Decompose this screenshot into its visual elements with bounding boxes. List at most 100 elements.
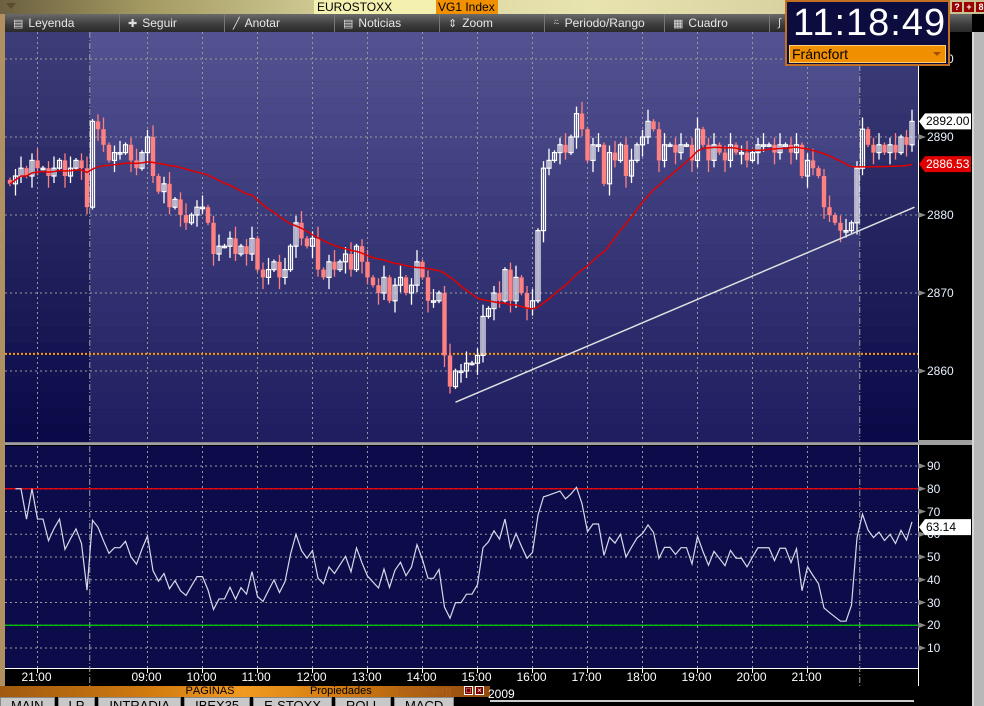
candle-body-down [101, 129, 106, 145]
candle [601, 142, 607, 187]
background-band [5, 310, 90, 328]
background-band [5, 392, 90, 410]
y-tick-arrow [918, 290, 926, 296]
background-band [89, 343, 860, 361]
year-label: 2009 [488, 687, 515, 701]
background-band [859, 409, 918, 426]
candle-body-down [106, 144, 112, 161]
y-tick-arrow [918, 212, 926, 218]
candle-body-down [387, 277, 392, 301]
candle-body-down [816, 168, 821, 176]
x-tick-label: 14:00 [406, 670, 437, 684]
maximize-icon[interactable]: □ [464, 686, 473, 695]
pages-title: PÁGINAS [185, 685, 235, 697]
page-tab-main[interactable]: MAIN [0, 697, 55, 706]
background-band [859, 376, 918, 393]
background-band [5, 294, 90, 311]
candle-body-down [255, 238, 260, 270]
page-tab-e-stoxx[interactable]: E-STOXX [253, 697, 333, 706]
page-tab-intradia[interactable]: INTRADIA [98, 697, 182, 706]
background-band [859, 228, 918, 246]
chart-canvas[interactable] [0, 0, 984, 706]
candle-body-down [299, 222, 304, 239]
background-band [89, 310, 860, 328]
candle-body-down [722, 152, 728, 161]
candle-body-down [832, 215, 838, 223]
candle-body-down [167, 183, 172, 208]
x-tick-label: 19:00 [681, 670, 712, 684]
background-band [859, 294, 918, 311]
page-tab-ibex35[interactable]: IBEX35 [184, 697, 251, 706]
rsi-tick-label: 30 [927, 595, 941, 610]
background-band [859, 97, 918, 115]
candle-body-down [623, 144, 629, 176]
x-tick-label: 15:00 [461, 670, 492, 684]
candle [585, 126, 590, 163]
candle-body-down [277, 261, 282, 278]
background-band [859, 278, 918, 295]
candle [73, 158, 79, 171]
candle-body-down [95, 121, 101, 130]
candle-body-down [717, 144, 722, 153]
city-label: Fráncfort [792, 46, 849, 62]
background-band [5, 245, 90, 262]
background-band [859, 245, 918, 262]
x-tick-label: 12:00 [296, 670, 327, 684]
candle-body-down [871, 144, 876, 153]
chevron-down-icon [933, 52, 941, 56]
background-band [5, 343, 90, 361]
rsi-tick-label: 10 [927, 641, 941, 655]
candle [865, 126, 871, 148]
status-strip [490, 700, 914, 706]
background-band [5, 327, 90, 344]
x-tick-label: 21:00 [21, 670, 52, 684]
properties-tab[interactable]: Propiedades [310, 686, 372, 697]
x-tick-label: 11:00 [241, 670, 271, 684]
candle-body-down [904, 137, 909, 145]
candle-body-down [508, 269, 513, 301]
rsi-tick-label: 80 [927, 481, 941, 496]
candle [568, 134, 574, 155]
background-band [89, 278, 860, 295]
candle-body-down [442, 293, 447, 356]
page-tab-roll[interactable]: ROLL [335, 697, 391, 706]
candle-body-down [447, 355, 453, 387]
candle-body-down [810, 160, 816, 169]
rsi-tick-arrow [918, 485, 926, 492]
background-band [89, 81, 860, 98]
candle-body-down [744, 152, 750, 161]
candle-body-down [425, 277, 431, 301]
candle [700, 126, 706, 148]
candle-body-down [656, 129, 662, 161]
candle-body-down [838, 222, 843, 231]
background-band [859, 343, 918, 361]
page-tab-lp[interactable]: LP [57, 697, 96, 706]
rsi-tick-label: 40 [927, 572, 941, 587]
background-band [5, 81, 90, 98]
background-band [5, 130, 90, 147]
bloomberg-tab[interactable]: Bloomberg [398, 686, 451, 697]
candle-body-down [827, 207, 832, 215]
last-price-tag-text: 2892.00 [926, 114, 970, 129]
page-tab-macd[interactable]: MACD [393, 697, 455, 706]
background-band [89, 228, 860, 246]
rsi-tick-arrow [918, 622, 926, 629]
background-band [5, 376, 90, 393]
background-band [89, 392, 860, 410]
candle-body-down [519, 277, 524, 293]
page-tabs: MAIN LP INTRADIA IBEX35 E-STOXX ROLL MACD [0, 697, 490, 706]
x-tick-label: 13:00 [351, 670, 382, 684]
candle-body-down [134, 160, 139, 169]
candle-body-down [183, 215, 189, 223]
candle [634, 142, 640, 163]
y-tick-arrow [918, 134, 926, 140]
candle-body-down [205, 207, 211, 223]
candle-body-down [673, 144, 678, 153]
background-band [5, 48, 90, 65]
background-band [89, 130, 860, 147]
close-icon[interactable]: × [475, 686, 484, 695]
city-dropdown[interactable]: Fráncfort [789, 45, 946, 63]
background-band [859, 425, 918, 443]
y-tick-label: 2870 [927, 286, 954, 300]
background-band [89, 425, 860, 443]
